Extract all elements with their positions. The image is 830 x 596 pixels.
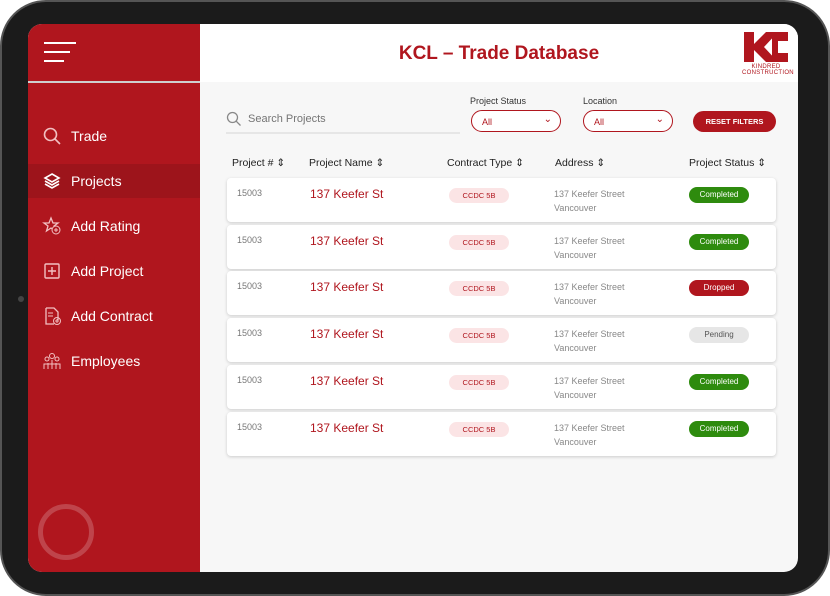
project-name-link[interactable]: 137 Keefer St (310, 421, 383, 435)
status-badge: Dropped (689, 280, 749, 297)
header-contract-type[interactable]: Contract Type ⇕ (447, 157, 524, 169)
sidebar-item-add-rating[interactable]: Add Rating (28, 209, 200, 243)
camera (18, 296, 24, 302)
address: 137 Keefer Street Vancouver (554, 422, 625, 447)
sidebar-item-label: Employees (71, 353, 141, 369)
sidebar: Trade Projects Add Rating Add Project Add Co… (28, 24, 200, 572)
search-input[interactable] (248, 113, 448, 125)
address: 137 Keefer Street Vancouver (554, 375, 625, 400)
address: 137 Keefer Street Vancouver (554, 329, 625, 354)
status-badge: Pending (689, 327, 749, 344)
project-number: 15003 (237, 421, 263, 432)
address: 137 Keefer Street Vancouver (554, 189, 625, 213)
project-name-link[interactable]: 137 Keefer St (310, 374, 383, 388)
table-row[interactable]: 15003 137 Keefer St CCDC 5B 137 Keefer S… (227, 271, 776, 316)
sidebar-nav: Trade Projects Add Rating Add Project Add Co… (28, 119, 200, 389)
header-project-status[interactable]: Project Status ⇕ (689, 157, 766, 169)
header-address[interactable]: Address ⇕ (555, 157, 605, 169)
project-name-link[interactable]: 137 Keefer St (310, 327, 383, 341)
status-badge: Completed (689, 373, 749, 390)
sidebar-item-label: Add Project (71, 263, 144, 279)
divider (28, 81, 200, 83)
search-icon (43, 127, 61, 145)
table-row[interactable]: 15003 137 Keefer St CCDC 5B 137 Keefer S… (227, 364, 776, 409)
page-title: KCL – Trade Database (398, 43, 600, 64)
table-row[interactable]: 15003 137 Keefer St CCDC 5B 137 Keefer S… (227, 318, 776, 363)
sidebar-item-label: Add Rating (71, 218, 141, 234)
contract-type-chip: CCDC 5B (449, 421, 509, 437)
screen: Trade Projects Add Rating Add Project Add Co… (28, 24, 798, 572)
project-number: 15003 (237, 234, 263, 245)
project-number: 15003 (237, 328, 263, 339)
project-number: 15003 (237, 188, 263, 198)
contract-type-chip: CCDC 5B (449, 281, 509, 297)
project-name-link[interactable]: 137 Keefer St (310, 234, 383, 248)
location-filter-label: Location (583, 96, 618, 106)
location-filter-select[interactable]: All ⌄ (583, 110, 673, 132)
table-row[interactable]: 15003 137 Keefer St CCDC 5B 137 Keefer S… (227, 411, 776, 456)
status-badge: Completed (689, 187, 749, 203)
table-row[interactable]: 15003 137 Keefer St CCDC 5B 137 Keefer S… (227, 224, 776, 269)
sidebar-item-label: Add Contract (71, 308, 153, 324)
hamburger-menu-icon[interactable] (44, 42, 76, 64)
address: 137 Keefer Street Vancouver (554, 235, 625, 260)
people-icon (43, 353, 61, 369)
header: KCL – Trade Database KINDRED CONSTRUCTIO… (200, 24, 798, 82)
status-badge: Completed (689, 420, 749, 437)
contract-type-chip: CCDC 5B (449, 374, 509, 390)
layers-icon (43, 173, 61, 189)
sidebar-item-label: Projects (71, 173, 122, 189)
project-name-link[interactable]: 137 Keefer St (310, 280, 383, 294)
sidebar-item-employees[interactable]: Employees (28, 344, 200, 378)
project-number: 15003 (237, 281, 263, 292)
contract-type-chip: CCDC 5B (449, 328, 509, 344)
reset-filters-button[interactable]: RESET FILTERS (693, 111, 776, 132)
sidebar-item-projects[interactable]: Projects (28, 164, 200, 198)
project-name-link[interactable]: 137 Keefer St (310, 187, 383, 201)
header-project-name[interactable]: Project Name ⇕ (309, 157, 384, 169)
status-filter-select[interactable]: All ⌄ (471, 110, 561, 132)
sidebar-item-add-contract[interactable]: Add Contract (28, 299, 200, 333)
footer-logo (38, 504, 94, 560)
contract-type-chip: CCDC 5B (449, 234, 509, 250)
status-filter-label: Project Status (470, 96, 527, 106)
contract-type-chip: CCDC 5B (449, 188, 509, 203)
address: 137 Keefer Street Vancouver (554, 282, 625, 307)
project-number: 15003 (237, 374, 263, 385)
search-field[interactable] (226, 106, 460, 134)
square-plus-icon (44, 263, 60, 279)
star-plus-icon (42, 216, 61, 235)
chevron-down-icon: ⌄ (655, 114, 664, 125)
company-logo: KINDRED CONSTRUCTION (742, 30, 794, 76)
sidebar-item-label: Trade (71, 128, 108, 144)
chevron-down-icon: ⌄ (543, 114, 552, 125)
status-badge: Completed (689, 233, 749, 250)
sidebar-item-add-project[interactable]: Add Project (28, 254, 200, 288)
header-project-number[interactable]: Project # ⇕ (232, 157, 285, 169)
table-row[interactable]: 15003 137 Keefer St CCDC 5B 137 Keefer S… (227, 178, 776, 222)
document-plus-icon (45, 307, 61, 325)
sidebar-item-trade[interactable]: Trade (28, 119, 200, 153)
search-icon (226, 111, 241, 126)
